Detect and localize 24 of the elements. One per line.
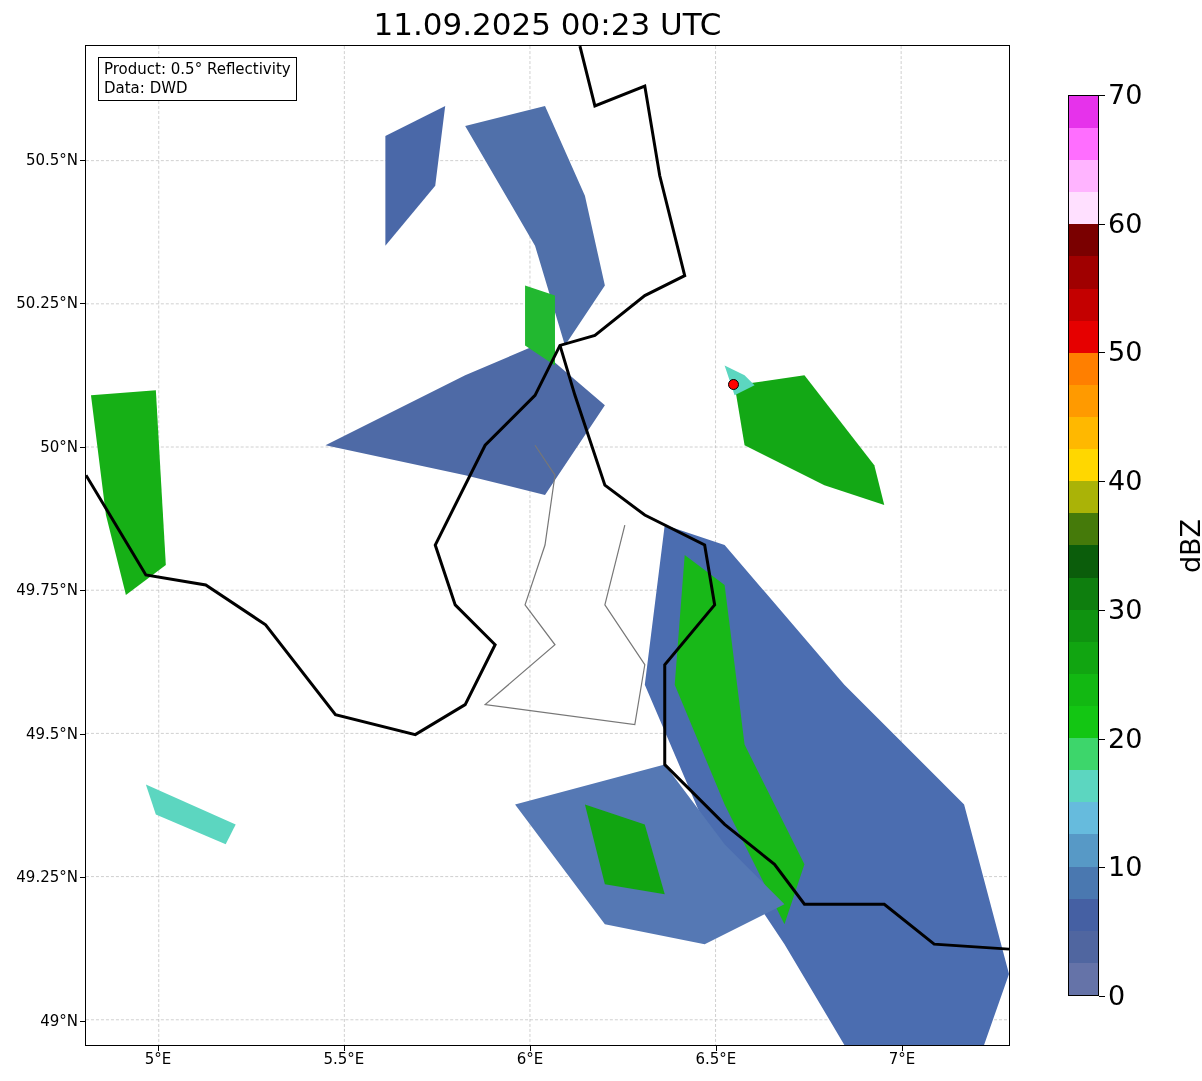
colorbar-tick-label: 50	[1108, 336, 1143, 369]
y-tick-label: 50.5°N	[24, 150, 78, 169]
y-tick-label: 49°N	[39, 1011, 78, 1030]
colorbar-tick-label: 10	[1108, 851, 1143, 884]
colorbar-tick-label: 20	[1108, 722, 1143, 755]
colorbar-tick-label: 40	[1108, 465, 1143, 498]
y-tick-label: 49.5°N	[24, 724, 78, 743]
colorbar-tick-label: 30	[1108, 593, 1143, 626]
y-tick-label: 49.75°N	[15, 581, 78, 600]
colorbar-tick-label: 60	[1108, 207, 1143, 240]
x-tick-label: 7°E	[888, 1050, 916, 1068]
y-tick-label: 49.25°N	[15, 868, 78, 887]
y-tick-label: 50.25°N	[15, 294, 78, 313]
x-tick-label: 5.5°E	[323, 1050, 365, 1068]
colorbar-tick-label: 70	[1108, 79, 1143, 111]
colorbar-tick-label: 0	[1108, 980, 1126, 1012]
x-tick-label: 6°E	[516, 1050, 544, 1068]
x-tick-label: 6.5°E	[695, 1050, 737, 1068]
colorbar-label: dBZ	[1175, 518, 1202, 574]
x-tick-label: 5°E	[144, 1050, 172, 1068]
legend-text: Product: 0.5° Reflectivity	[104, 60, 291, 79]
y-tick-label: 50°N	[39, 437, 78, 456]
legend-text: Data: DWD	[104, 79, 189, 98]
chart-title: 11.09.2025 00:23 UTC	[373, 6, 722, 42]
